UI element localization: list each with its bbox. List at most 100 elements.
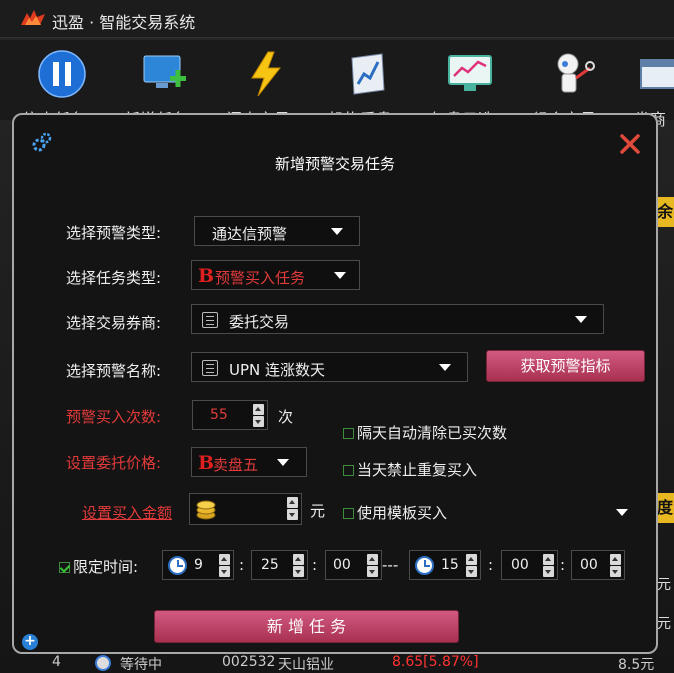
decrement-icon[interactable] (610, 566, 621, 577)
start-hour: 9 (194, 557, 203, 573)
checkbox-checked-icon[interactable] (59, 562, 70, 573)
end-second: 00 (580, 557, 598, 573)
row-amount: 8.5元 (618, 657, 655, 673)
time-limit-label: 限定时间: (73, 558, 139, 576)
task-type-select[interactable]: B 预警买入任务 (191, 260, 360, 290)
option-clear-daily[interactable]: 隔天自动清除已买次数 (343, 422, 507, 443)
toolbar-stop-task[interactable]: 停止任务 (22, 50, 102, 129)
row-status: 等待中 (120, 657, 162, 673)
side-tag: 度 (656, 493, 674, 523)
buy-count-value: 55 (210, 407, 228, 423)
option-label: 使用模板买入 (357, 504, 448, 522)
decrement-icon[interactable] (466, 566, 477, 577)
increment-icon[interactable] (293, 554, 304, 565)
task-type-value: 预警买入任务 (215, 269, 306, 287)
screen-chart-icon (448, 55, 492, 91)
buy-amount-link[interactable]: 设置买入金额 (82, 502, 172, 523)
table-row[interactable]: 4 等待中 002532 天山铝业 8.65[5.87%] 8.5元 (0, 652, 674, 673)
toolbar-flash-trade[interactable]: 闪电交易 (226, 50, 306, 129)
end-minute-stepper[interactable]: 00 (501, 550, 558, 580)
start-second-stepper[interactable]: 00 (325, 550, 382, 580)
toolbar-add-task[interactable]: 新增任务 (124, 50, 204, 129)
title-bar: 迅盈 · 智能交易系统 (0, 0, 674, 38)
option-label: 隔天自动清除已买次数 (357, 424, 508, 442)
add-icon[interactable]: + (22, 634, 38, 650)
price-value: 卖盘五 (213, 456, 259, 474)
clock-icon (168, 556, 187, 575)
time-colon: : (312, 556, 318, 574)
pause-icon (38, 50, 86, 98)
increment-icon[interactable] (466, 554, 477, 565)
end-second-stepper[interactable]: 00 (571, 550, 625, 580)
increment-icon[interactable] (543, 554, 554, 565)
price-label: 设置委托价格: (66, 454, 162, 472)
chevron-down-icon (334, 272, 346, 279)
add-alert-task-dialog: 新增预警交易任务 选择预警类型: 通达信预警 选择任务类型: B 预警买入任务 … (12, 113, 658, 654)
time-colon: : (560, 556, 566, 574)
start-minute-stepper[interactable]: 25 (251, 550, 308, 580)
dialog-title: 新增预警交易任务 (274, 155, 395, 173)
fetch-alert-indicator-button[interactable]: 获取预警指标 (486, 350, 645, 382)
side-cell: 元 (657, 616, 671, 632)
robot-icon (557, 53, 595, 93)
app-window: 迅盈 · 智能交易系统 停止任务 新增任务 闪电交易 (0, 0, 674, 673)
end-hour-stepper[interactable]: 15 (409, 550, 481, 580)
end-hour: 15 (441, 557, 459, 573)
chevron-down-icon (439, 364, 451, 371)
checkbox-icon[interactable] (343, 428, 354, 439)
checkbox-icon[interactable] (343, 508, 354, 519)
lightning-icon (251, 51, 282, 97)
buy-count-label: 预警买入次数: (66, 408, 162, 426)
book-chart-icon (351, 53, 385, 95)
template-dropdown-icon[interactable] (616, 509, 628, 516)
buy-amount-stepper[interactable] (189, 493, 302, 525)
checkbox-icon[interactable] (343, 465, 354, 476)
task-type-label: 选择任务类型: (66, 269, 162, 287)
alert-type-select[interactable]: 通达信预警 (194, 216, 360, 246)
buy-count-unit: 次 (278, 408, 294, 426)
clock-icon (95, 655, 111, 671)
decrement-icon[interactable] (543, 566, 554, 577)
settings-icon[interactable] (31, 131, 53, 153)
option-no-repeat[interactable]: 当天禁止重复买入 (343, 459, 477, 480)
decrement-icon[interactable] (293, 566, 304, 577)
time-colon: : (488, 556, 494, 574)
increment-icon[interactable] (367, 554, 378, 565)
increment-icon[interactable] (610, 554, 621, 565)
decrement-icon[interactable] (219, 566, 230, 577)
increment-icon[interactable] (219, 554, 230, 565)
window-icon (640, 59, 674, 89)
toolbar-institution[interactable]: 机构看盘 (328, 50, 408, 129)
decrement-icon[interactable] (253, 416, 264, 427)
side-tag: 余 (656, 197, 674, 227)
row-code: 002532 (222, 654, 276, 670)
buy-count-stepper[interactable]: 55 (192, 400, 268, 430)
end-minute: 00 (511, 557, 529, 573)
buy-b-icon: B (198, 265, 215, 287)
monitor-add-icon (143, 55, 186, 88)
side-cell: 元 (657, 577, 671, 593)
list-icon (202, 360, 218, 376)
buy-amount-unit: 元 (310, 502, 326, 520)
time-limit-toggle[interactable]: 限定时间: (59, 556, 138, 577)
start-minute: 25 (261, 557, 279, 573)
decrement-icon[interactable] (367, 566, 378, 577)
toolbar-broker[interactable]: 券商 (634, 50, 674, 129)
decrement-icon[interactable] (287, 509, 298, 520)
increment-icon[interactable] (287, 497, 298, 508)
alert-name-label: 选择预警名称: (66, 362, 162, 380)
toolbar-review[interactable]: 复盘云选 (430, 50, 510, 129)
add-task-button[interactable]: 新 增 任 务 (154, 610, 459, 643)
price-select[interactable]: B 卖盘五 (191, 447, 307, 477)
broker-select[interactable]: 委托交易 (191, 304, 604, 334)
alert-name-value: UPN 连涨数天 (229, 361, 326, 379)
increment-icon[interactable] (253, 404, 264, 415)
alert-name-select[interactable]: UPN 连涨数天 (191, 352, 468, 382)
option-template[interactable]: 使用模板买入 (343, 502, 447, 523)
start-hour-stepper[interactable]: 9 (162, 550, 234, 580)
toolbar-combo-trade[interactable]: 组合交易 (532, 50, 612, 129)
alert-type-label: 选择预警类型: (66, 224, 162, 242)
app-title: 迅盈 · 智能交易系统 (52, 13, 196, 32)
broker-value: 委托交易 (229, 313, 290, 331)
coins-icon (196, 500, 216, 520)
